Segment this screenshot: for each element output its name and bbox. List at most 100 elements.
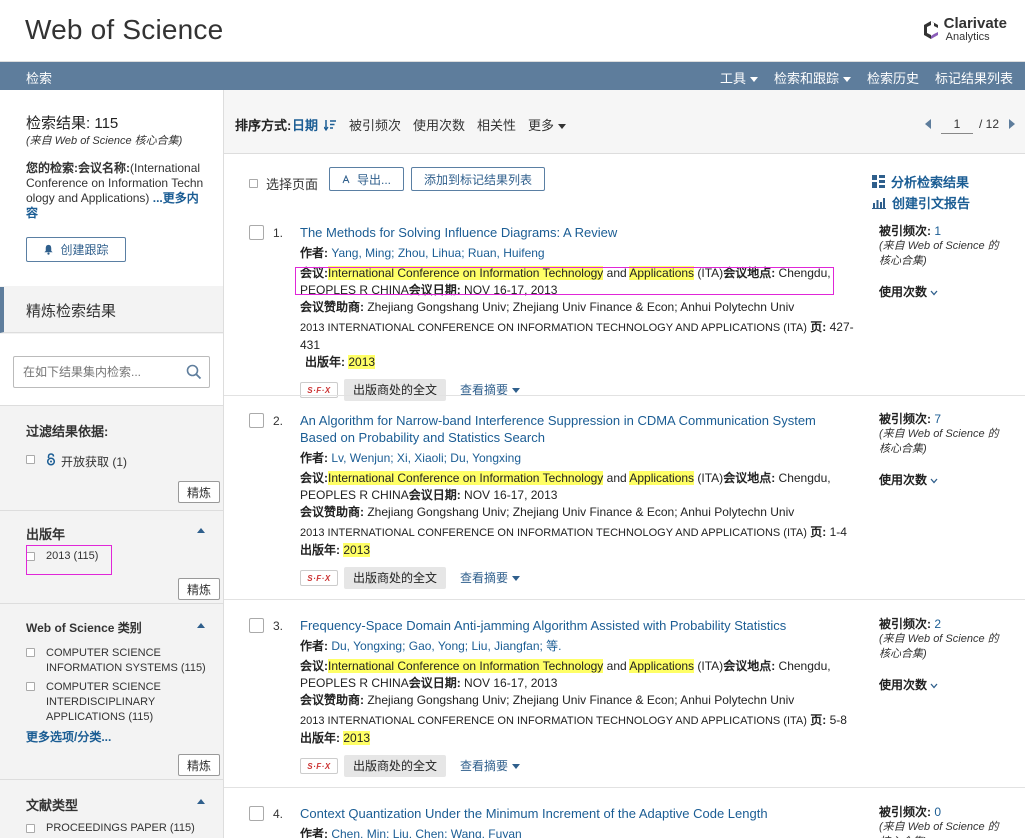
analyze-results-link[interactable]: 分析检索结果 [872, 172, 969, 191]
chevron-down-icon [749, 77, 758, 83]
nav-tools[interactable]: 工具 [720, 68, 758, 87]
analyze-results-label: 分析检索结果 [891, 175, 970, 190]
nav-search-alerts[interactable]: 检索和跟踪 [774, 68, 851, 87]
record-checkbox[interactable] [249, 618, 264, 633]
results-count: 检索结果: 115 [26, 115, 119, 132]
nav-marked-list[interactable]: 标记结果列表 [935, 68, 1013, 87]
refine-button[interactable]: 精炼 [178, 481, 220, 503]
collapse-icon[interactable] [197, 623, 205, 628]
cited-label: 被引频次: [879, 412, 931, 426]
record-authors[interactable]: Yang, Ming; Zhou, Lihua; Ruan, Huifeng [331, 246, 544, 260]
full-text-button[interactable]: 出版商处的全文 [344, 755, 447, 777]
export-button[interactable]: 导出... [329, 167, 404, 191]
sfx-button[interactable]: S·F·X [300, 758, 338, 774]
query-summary: 您的检索:会议名称:(International Conference on I… [26, 161, 206, 221]
record-title[interactable]: Frequency-Space Domain Anti-jamming Algo… [300, 617, 855, 634]
conf-and: and [606, 659, 627, 673]
select-page[interactable]: 选择页面 [249, 174, 318, 193]
create-alert-button[interactable]: 创建跟踪 [26, 237, 126, 262]
sort-desc-icon [323, 120, 336, 131]
search-icon[interactable] [186, 364, 202, 380]
pages-label: 页: [810, 320, 827, 334]
view-abstract-toggle[interactable]: 查看摘要 [460, 570, 521, 587]
year-2013-checkbox[interactable] [26, 552, 35, 561]
record-authors[interactable]: Du, Yongxing; Gao, Yong; Liu, Jiangfan; … [331, 639, 561, 653]
brand-sub: Analytics [945, 31, 990, 43]
usage-dropdown[interactable]: 使用次数 [879, 285, 1009, 300]
page-number-input[interactable] [940, 114, 973, 134]
next-page-icon[interactable] [1009, 119, 1015, 129]
refine-button[interactable]: 精炼 [178, 578, 220, 600]
search-within-input[interactable] [13, 356, 210, 388]
doctype-checkbox[interactable] [26, 824, 35, 833]
cited-source: (来自 Web of Science 的核心合集) [879, 821, 999, 838]
sort-times-cited[interactable]: 被引频次 [349, 115, 401, 134]
record-title[interactable]: Context Quantization Under the Minimum I… [300, 805, 855, 822]
record-title[interactable]: The Methods for Solving Influence Diagra… [300, 224, 855, 241]
record-checkbox[interactable] [249, 413, 264, 428]
collapse-icon[interactable] [197, 799, 205, 804]
select-page-checkbox[interactable] [249, 179, 258, 188]
record-checkbox[interactable] [249, 225, 264, 240]
year-2013-filter[interactable]: 2013 (115) [26, 550, 98, 562]
view-abstract-label: 查看摘要 [460, 570, 509, 585]
results-summary: 检索结果: 115 (来自 Web of Science 核心合集) 您的检索:… [0, 90, 223, 286]
collapse-icon[interactable] [197, 528, 205, 533]
add-to-marked-list-button[interactable]: 添加到标记结果列表 [411, 167, 545, 191]
sponsor-label: 会议赞助商: [300, 505, 364, 519]
cited-count[interactable]: 0 [934, 805, 941, 819]
open-access-checkbox[interactable] [26, 455, 35, 464]
pub-year: 2013 [343, 731, 371, 745]
nav-search[interactable]: 检索 [26, 68, 52, 87]
citation-report-link[interactable]: 创建引文报告 [872, 193, 970, 212]
prev-page-icon[interactable] [924, 119, 931, 129]
nav-bar: 检索 工具 检索和跟踪 检索历史 标记结果列表 [0, 62, 1025, 90]
clarivate-logo[interactable]: Clarivate Analytics [922, 16, 1007, 43]
record-authors[interactable]: Lv, Wenjun; Xi, Xiaoli; Du, Yongxing [331, 451, 521, 465]
more-options-link[interactable]: 更多选项/分类... [26, 728, 111, 745]
record-divider [224, 395, 1025, 396]
open-access-filter[interactable]: 开放获取 (1) [26, 453, 127, 470]
pagination: / 12 [924, 114, 1015, 134]
usage-dropdown[interactable]: 使用次数 [879, 473, 1009, 488]
conf-date: NOV 16-17, 2013 [464, 283, 558, 297]
doctype-filter[interactable]: PROCEEDINGS PAPER (115) [26, 822, 195, 834]
sort-more[interactable]: 更多 [528, 115, 567, 134]
conf-date: NOV 16-17, 2013 [464, 676, 558, 690]
cited-count[interactable]: 2 [934, 617, 941, 631]
chevron-down-icon [930, 683, 938, 688]
sort-usage[interactable]: 使用次数 [413, 115, 465, 134]
sponsor-label: 会议赞助商: [300, 300, 364, 314]
category-filter-2[interactable]: COMPUTER SCIENCE INTERDISCIPLINARY APPLI… [26, 680, 206, 725]
query-label: 您的检索: [26, 161, 78, 175]
category-checkbox-2[interactable] [26, 682, 35, 691]
record-citations: 被引频次: 7 (来自 Web of Science 的核心合集) 使用次数 [879, 412, 1009, 488]
record-title[interactable]: An Algorithm for Narrow-band Interferenc… [300, 412, 855, 446]
chevron-down-icon [930, 290, 938, 295]
sort-relevance[interactable]: 相关性 [477, 115, 516, 134]
full-text-button[interactable]: 出版商处的全文 [344, 567, 447, 589]
doctype-title: 文献类型 [26, 798, 79, 813]
category-checkbox-1[interactable] [26, 648, 35, 657]
record-checkbox[interactable] [249, 806, 264, 821]
bell-icon [44, 244, 54, 255]
chevron-down-icon [512, 575, 521, 581]
site-title[interactable]: Web of Science [25, 14, 223, 46]
cited-count[interactable]: 7 [934, 412, 941, 426]
refine-button[interactable]: 精炼 [178, 754, 220, 776]
usage-dropdown[interactable]: 使用次数 [879, 678, 1009, 693]
category-filter-1[interactable]: COMPUTER SCIENCE INFORMATION SYSTEMS (11… [26, 646, 206, 676]
view-abstract-toggle[interactable]: 查看摘要 [460, 758, 521, 775]
full-text-button[interactable]: 出版商处的全文 [344, 379, 447, 401]
cited-count[interactable]: 1 [934, 224, 941, 238]
sort-date[interactable]: 日期 [292, 115, 336, 134]
record-body: An Algorithm for Narrow-band Interferenc… [300, 412, 855, 589]
results-main: 排序方式: 日期 被引频次 使用次数 相关性 更多 / 12 选择页面 [224, 90, 1025, 838]
sfx-button[interactable]: S·F·X [300, 570, 338, 586]
sort-more-label: 更多 [528, 118, 555, 133]
year-title: 出版年 [26, 527, 66, 542]
nav-search-history[interactable]: 检索历史 [867, 68, 919, 87]
view-abstract-label: 查看摘要 [460, 758, 509, 773]
record-authors[interactable]: Chen, Min; Liu, Chen; Wang, Fuyan [331, 827, 521, 838]
usage-label: 使用次数 [879, 285, 928, 299]
